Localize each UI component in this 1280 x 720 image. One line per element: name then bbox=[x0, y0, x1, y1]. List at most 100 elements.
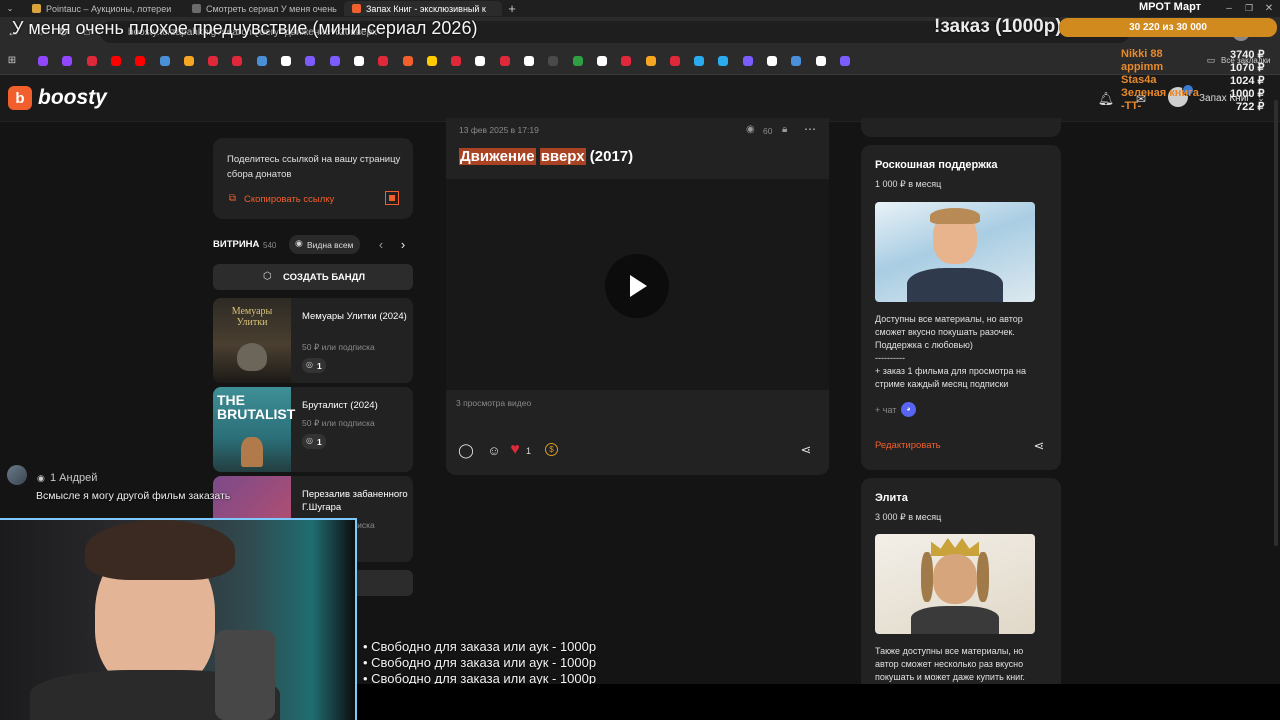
heart-icon[interactable]: ♥ bbox=[506, 441, 524, 459]
bookmark-favicon-icon[interactable] bbox=[86, 56, 97, 66]
boosty-favicon-icon bbox=[352, 4, 361, 13]
bookmark-favicon-icon[interactable] bbox=[402, 56, 413, 66]
boosty-logo-icon[interactable]: b bbox=[8, 86, 32, 110]
create-bundle-button[interactable]: ⬡ СОЗДАТЬ БАНДЛ bbox=[213, 264, 413, 290]
bookmark-favicon-icon[interactable] bbox=[621, 56, 632, 66]
bookmark-favicon-icon[interactable] bbox=[281, 56, 291, 66]
discord-icon: ◕ bbox=[901, 402, 916, 417]
donor-amount: 1024 ₽ bbox=[1230, 75, 1265, 87]
play-button[interactable] bbox=[605, 254, 669, 318]
bookmark-favicon-icon[interactable] bbox=[232, 56, 243, 66]
bookmark-favicon-icon[interactable] bbox=[38, 56, 48, 66]
bookmark-favicon-icon[interactable] bbox=[694, 56, 705, 66]
folder-icon: ▭ bbox=[1206, 54, 1216, 65]
goal-progress-text: 30 220 из 30 000 bbox=[1129, 22, 1207, 33]
bookmark-favicon-icon[interactable] bbox=[815, 56, 826, 66]
showcase-next-icon[interactable]: › bbox=[397, 237, 409, 252]
share-icon[interactable]: ⋖ bbox=[798, 442, 814, 458]
bookmark-favicon-icon[interactable] bbox=[329, 56, 340, 66]
bookmark-favicon-icon[interactable] bbox=[742, 56, 753, 66]
tab-boosty[interactable]: Запах Книг - эксклюзивный к bbox=[344, 1, 502, 16]
tab-pointauc[interactable]: Pointauc – Аукционы, лотереи bbox=[24, 1, 184, 16]
minimize-icon[interactable]: – bbox=[1222, 2, 1236, 14]
bookmark-favicon-icon[interactable] bbox=[839, 56, 850, 66]
bookmark-favicon-icon[interactable] bbox=[378, 56, 389, 66]
tier-card-top-remnant bbox=[861, 118, 1061, 137]
showcase-item[interactable]: THE BRUTALIST Бруталист (2024) 50 ₽ или … bbox=[213, 387, 413, 472]
bookmark-favicon-icon[interactable] bbox=[475, 56, 486, 66]
donor-amount: 1000 ₽ bbox=[1230, 88, 1265, 100]
tab-strip: ⌄ Pointauc – Аукционы, лотереи Смотреть … bbox=[0, 0, 1280, 17]
tab-search-icon[interactable]: ⌄ bbox=[4, 3, 16, 14]
order-label-overlay: !заказ (1000р) bbox=[934, 16, 1062, 37]
close-window-icon[interactable]: ✕ bbox=[1262, 2, 1276, 14]
copy-link-button[interactable]: Скопировать ссылку bbox=[244, 194, 334, 205]
lock-icon: 🔒︎ bbox=[782, 124, 788, 135]
showcase-prev-icon[interactable]: ‹ bbox=[375, 237, 387, 252]
donor-amount: 1070 ₽ bbox=[1230, 62, 1265, 74]
tab-serial[interactable]: Смотреть сериал У меня очень bbox=[184, 1, 344, 16]
bookmark-favicon-icon[interactable] bbox=[548, 56, 559, 66]
qr-code-icon[interactable] bbox=[385, 191, 399, 205]
comment-icon[interactable]: ◯ bbox=[458, 442, 474, 458]
bookmark-favicon-icon[interactable] bbox=[426, 56, 437, 66]
donor-name: Зеленая книга bbox=[1121, 87, 1199, 99]
donor-name: Nikki 88 bbox=[1121, 48, 1163, 60]
showcase-count: 540 bbox=[263, 241, 277, 250]
bookmark-favicon-icon[interactable] bbox=[524, 56, 534, 66]
edit-tier-link[interactable]: Редактировать bbox=[875, 440, 941, 451]
likes-count: 1 bbox=[526, 446, 532, 456]
post-title[interactable]: Движение вверх (2017) bbox=[459, 148, 633, 165]
site-logo[interactable]: boosty bbox=[38, 86, 107, 110]
bookmark-favicon-icon[interactable] bbox=[353, 56, 364, 66]
apps-grid-icon[interactable]: ⊞ bbox=[6, 54, 18, 66]
showcase-title: ВИТРИНА bbox=[213, 239, 260, 250]
bookmark-favicon-icon[interactable] bbox=[110, 56, 121, 66]
donor-amount: 3740 ₽ bbox=[1230, 49, 1265, 61]
tier-card: Элита 3 000 ₽ в месяц Также доступны все… bbox=[861, 478, 1061, 698]
bookmark-favicon-icon[interactable] bbox=[159, 56, 170, 66]
visibility-toggle[interactable]: ◉ Видна всем bbox=[289, 235, 360, 254]
bookmark-favicon-icon[interactable] bbox=[183, 56, 194, 66]
tier-price: 3 000 ₽ в месяц bbox=[875, 512, 942, 522]
bookmark-favicon-icon[interactable] bbox=[572, 56, 583, 66]
donate-coin-icon[interactable]: $ bbox=[545, 443, 558, 456]
post-views: 60 bbox=[763, 126, 773, 136]
chat-username: 1 Андрей bbox=[50, 472, 98, 484]
restore-icon[interactable]: ❐ bbox=[1242, 2, 1256, 14]
title-highlight: вверх bbox=[539, 148, 586, 165]
post-date: 13 фев 2025 в 17:19 bbox=[459, 125, 539, 135]
purchase-count-badge: ◎ 1 bbox=[302, 434, 326, 449]
poster-brutalist: THE BRUTALIST bbox=[213, 387, 295, 472]
bookmark-favicon-icon[interactable] bbox=[767, 56, 777, 66]
add-reaction-icon[interactable]: ☺ bbox=[486, 442, 502, 458]
bookmarks-bar: ⊞ ▭ Все закладки bbox=[0, 47, 1280, 75]
bookmark-favicon-icon[interactable] bbox=[499, 56, 510, 66]
bookmark-favicon-icon[interactable] bbox=[208, 56, 219, 66]
bookmark-favicon-icon[interactable] bbox=[669, 56, 680, 66]
post-menu-icon[interactable]: ⋯ bbox=[802, 122, 818, 136]
bookmark-favicon-icon[interactable] bbox=[135, 56, 146, 66]
bookmark-favicon-icon[interactable] bbox=[718, 56, 729, 66]
bookmark-favicon-icon[interactable] bbox=[256, 56, 267, 66]
video-player[interactable] bbox=[446, 179, 829, 390]
new-tab-icon[interactable]: + bbox=[505, 1, 519, 16]
bookmark-favicon-icon[interactable] bbox=[305, 56, 316, 66]
notifications-bell-icon[interactable]: 🔔︎ bbox=[1098, 91, 1115, 107]
bookmark-favicon-icon[interactable] bbox=[62, 56, 73, 66]
bookmark-favicon-icon[interactable] bbox=[596, 56, 607, 66]
tier-card: Роскошная поддержка 1 000 ₽ в месяц Дост… bbox=[861, 145, 1061, 470]
bookmark-favicon-icon[interactable] bbox=[451, 56, 462, 66]
tier-share-icon[interactable]: ⋖ bbox=[1031, 438, 1047, 454]
tier-image-crowned-man bbox=[875, 534, 1035, 634]
copy-icon[interactable]: ⧉ bbox=[227, 193, 238, 204]
showcase-item-price: 50 ₽ или подписка bbox=[302, 342, 375, 352]
page-scrollbar[interactable] bbox=[1274, 100, 1278, 546]
views-eye-icon: ◉ bbox=[746, 124, 755, 135]
tier-price: 1 000 ₽ в месяц bbox=[875, 179, 942, 189]
bundle-icon: ⬡ bbox=[263, 271, 272, 282]
bookmark-favicon-icon[interactable] bbox=[791, 56, 802, 66]
bookmark-favicon-icon[interactable] bbox=[645, 56, 656, 66]
site-header: b boosty 🔔︎ ✉ Запах Книг ⌄ bbox=[0, 75, 1280, 122]
showcase-item[interactable]: Мемуары Улитки Мемуары Улитки (2024) 50 … bbox=[213, 298, 413, 383]
